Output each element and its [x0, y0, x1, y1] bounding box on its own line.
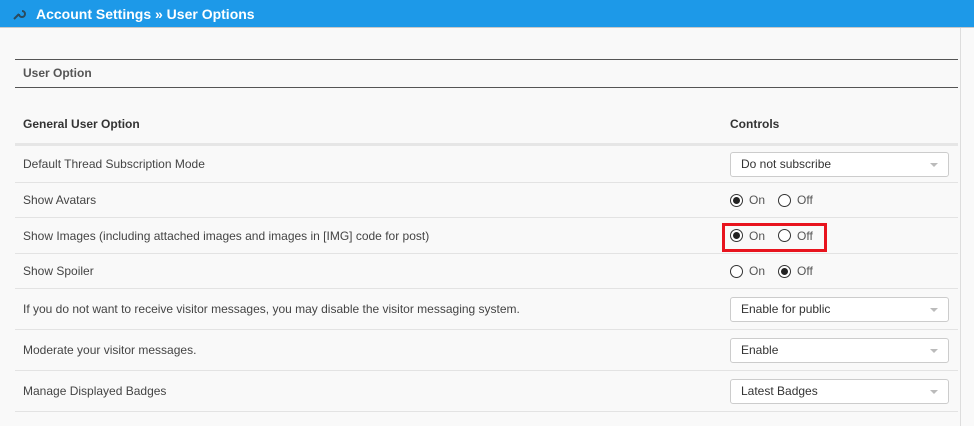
radio-label: Off [797, 193, 813, 207]
option-control: Enable for public [730, 296, 949, 322]
page-header: Account Settings » User Options [0, 0, 974, 28]
option-control: Latest Badges [730, 378, 949, 404]
table-row: Manage Displayed Badges Latest Badges [15, 371, 958, 412]
table-row: Moderate your visitor messages. Enable [15, 330, 958, 371]
radio-label: On [749, 264, 766, 278]
radio-checked-icon[interactable] [778, 264, 792, 278]
chevron-down-icon [930, 162, 938, 167]
radio-on[interactable]: On [730, 264, 765, 278]
radio-checked-icon[interactable] [730, 193, 743, 207]
table-row: Show Spoiler On Off [15, 254, 958, 289]
column-header-controls: Controls [730, 117, 780, 131]
option-select[interactable]: Enable for public [730, 296, 949, 322]
select-value: Enable for public [741, 302, 831, 316]
table-row: Show Avatars On Off [15, 183, 958, 218]
select-value: Latest Badges [741, 384, 818, 398]
radio-unchecked-icon[interactable] [730, 264, 743, 278]
chevron-down-icon [930, 348, 938, 353]
chevron-down-icon [930, 389, 938, 394]
options-table: Default Thread Subscription Mode Do not s… [15, 143, 958, 412]
section-title: User Option [15, 59, 958, 88]
radio-off[interactable]: Off [778, 193, 813, 207]
select-value: Do not subscribe [741, 157, 832, 171]
content-border [960, 28, 961, 426]
radio-label: Off [797, 264, 813, 278]
option-select[interactable]: Enable [730, 337, 949, 363]
table-row: Default Thread Subscription Mode Do not s… [15, 146, 958, 183]
option-control: On Off [730, 193, 826, 207]
wrench-icon [13, 9, 26, 20]
highlight-box [722, 223, 827, 252]
column-header-option: General User Option [23, 117, 140, 131]
select-value: Enable [741, 343, 779, 357]
radio-unchecked-icon[interactable] [778, 193, 792, 207]
option-select[interactable]: Latest Badges [730, 378, 949, 404]
option-control: Do not subscribe [730, 151, 949, 177]
table-row: If you do not want to receive visitor me… [15, 289, 958, 330]
option-select[interactable]: Do not subscribe [730, 151, 949, 177]
option-control: On Off [730, 264, 826, 278]
radio-off[interactable]: Off [778, 264, 813, 278]
chevron-down-icon [930, 307, 938, 312]
page-title: Account Settings » User Options [36, 5, 255, 22]
radio-on[interactable]: On [730, 193, 765, 207]
radio-label: On [749, 193, 766, 207]
option-control: Enable [730, 337, 949, 363]
